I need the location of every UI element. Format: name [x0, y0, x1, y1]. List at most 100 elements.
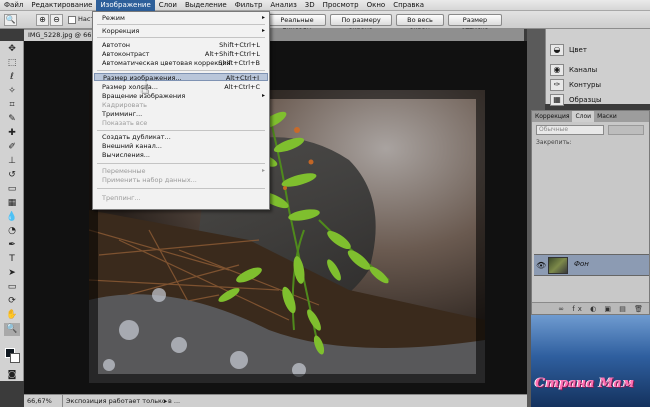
menu-image[interactable]: Изображение — [96, 0, 155, 11]
menu-item-auto-color[interactable]: Автоматическая цветовая коррекция Shift+C… — [94, 59, 268, 67]
type-tool-icon[interactable]: T — [4, 253, 20, 266]
menu-item-trim-label: Тримминг... — [102, 110, 143, 118]
swatches-icon: ▦ — [550, 93, 564, 106]
tab-adjustments[interactable]: Коррекция — [532, 111, 572, 122]
zoom-tool-icon[interactable]: 🔍 — [4, 323, 20, 336]
dodge-tool-icon[interactable]: ◔ — [4, 225, 20, 238]
menu-item-apply-image[interactable]: Внешний канал... — [94, 142, 268, 150]
menu-3d[interactable]: 3D — [301, 0, 319, 11]
actual-pixels-button[interactable]: Реальные пикселы — [268, 14, 326, 34]
layer-row-background[interactable]: 👁 Фон — [534, 254, 649, 276]
status-text: Экспозиция работает только в ... — [62, 395, 180, 407]
menu-item-image-size[interactable]: Размер изображения... Alt+Ctrl+I — [94, 73, 268, 82]
history-brush-tool-icon[interactable]: ↺ — [4, 169, 20, 182]
menu-item-canvas-size[interactable]: Размер холста... Alt+Ctrl+C — [94, 83, 268, 91]
eraser-tool-icon[interactable]: ▭ — [4, 183, 20, 196]
menu-item-variables-label: Переменные — [102, 167, 146, 175]
menu-analysis[interactable]: Анализ — [266, 0, 300, 11]
tab-layers[interactable]: Слои — [572, 111, 595, 122]
eye-visibility-icon[interactable]: 👁 — [536, 261, 546, 271]
print-size-button[interactable]: Размер оттиска — [448, 14, 502, 34]
brush-tool-icon[interactable]: ✐ — [4, 141, 20, 154]
lock-label: Закрепить: — [536, 139, 572, 146]
desktop-background — [531, 315, 650, 407]
blur-tool-icon[interactable]: 💧 — [4, 211, 20, 224]
menu-item-mode[interactable]: Режим ▸ — [94, 14, 268, 22]
menu-file[interactable]: Файл — [0, 0, 27, 11]
panel-color[interactable]: ◒ Цвет — [546, 41, 650, 58]
menu-separator — [97, 163, 265, 164]
menu-item-reveal-all-label: Показать все — [102, 119, 148, 127]
menu-filter[interactable]: Фильтр — [231, 0, 267, 11]
menu-separator — [97, 37, 265, 38]
menu-item-trapping: Треппинг... — [94, 194, 268, 202]
menu-item-duplicate[interactable]: Создать дубликат... — [94, 133, 268, 141]
marquee-tool-icon[interactable]: ⬚ — [4, 57, 20, 70]
quick-mask-icon[interactable]: ◙ — [4, 369, 20, 382]
fill-screen-button[interactable]: Во весь экран — [396, 14, 444, 34]
channels-icon: ◉ — [550, 63, 564, 76]
menu-item-auto-tone[interactable]: Автотон Shift+Ctrl+L — [94, 41, 268, 49]
layers-panel: Коррекция Слои Маски Обычные Закрепить: … — [531, 110, 650, 315]
menu-separator — [97, 188, 265, 189]
panel-color-label: Цвет — [569, 45, 587, 54]
resize-windows-checkbox[interactable] — [68, 16, 76, 24]
menu-item-auto-tone-label: Автотон — [102, 41, 131, 49]
menu-item-trim[interactable]: Тримминг... — [94, 110, 268, 118]
eyedropper-tool-icon[interactable]: ✎ — [4, 113, 20, 126]
fit-screen-button[interactable]: По размеру экрана — [330, 14, 392, 34]
menu-item-mode-label: Режим — [102, 14, 125, 22]
menu-item-reveal-all: Показать все — [94, 119, 268, 127]
menu-item-auto-contrast[interactable]: Автоконтраст Alt+Shift+Ctrl+L — [94, 50, 268, 58]
tab-masks[interactable]: Маски — [594, 111, 620, 122]
healing-tool-icon[interactable]: ✚ — [4, 127, 20, 140]
menu-bar: Файл Редактирование Изображение Слои Выд… — [0, 0, 650, 11]
zoom-level[interactable]: 66,67% — [27, 395, 52, 407]
status-arrow-icon[interactable]: ▸ — [164, 395, 167, 407]
panel-swatches[interactable]: ▦ Образцы — [546, 91, 650, 108]
panel-paths-label: Контуры — [569, 80, 602, 89]
lasso-tool-icon[interactable]: ℓ — [4, 71, 20, 84]
hand-tool-icon[interactable]: ✋ — [4, 309, 20, 322]
menu-item-apply-data-label: Применить набор данных... — [102, 176, 197, 184]
image-dropdown-menu: Режим ▸ Коррекция ▸ Автотон Shift+Ctrl+L Ав… — [92, 11, 270, 210]
panel-channels-label: Каналы — [569, 65, 598, 74]
blend-mode-select[interactable]: Обычные — [536, 125, 604, 135]
layers-panel-footer-icons[interactable]: ∞ fx ◐ ▣ ▤ 🗑 — [532, 302, 649, 314]
menu-item-adjustments[interactable]: Коррекция ▸ — [94, 27, 268, 35]
shortcut-auto-color: Shift+Ctrl+B — [218, 59, 260, 67]
collapsed-panels: ◒ Цвет ◉ Каналы ✑ Контуры ▦ Образцы — [545, 29, 650, 106]
zoom-in-icon[interactable]: ⊕ — [36, 14, 49, 26]
menu-view[interactable]: Просмотр — [319, 0, 363, 11]
clone-stamp-tool-icon[interactable]: ⊥ — [4, 155, 20, 168]
magic-wand-tool-icon[interactable]: ✧ — [4, 85, 20, 98]
zoom-out-icon[interactable]: ⊖ — [50, 14, 63, 26]
background-color-swatch[interactable] — [10, 353, 20, 363]
shape-tool-icon[interactable]: ▭ — [4, 281, 20, 294]
3d-rotate-tool-icon[interactable]: ⟳ — [4, 295, 20, 308]
shortcut-auto-contrast: Alt+Shift+Ctrl+L — [204, 50, 260, 58]
opacity-field[interactable] — [608, 125, 644, 135]
menu-window[interactable]: Окно — [363, 0, 390, 11]
menu-item-auto-contrast-label: Автоконтраст — [102, 50, 150, 58]
menu-item-auto-color-label: Автоматическая цветовая коррекция — [102, 59, 231, 67]
menu-select[interactable]: Выделение — [181, 0, 231, 11]
site-watermark: Страна Мам — [535, 376, 635, 391]
gradient-tool-icon[interactable]: ▦ — [4, 197, 20, 210]
menu-item-rotate[interactable]: Вращение изображения ▸ — [94, 92, 268, 100]
zoom-tool-icon[interactable]: 🔍 — [4, 14, 17, 26]
submenu-arrow-icon: ▸ — [261, 92, 265, 99]
layer-thumbnail — [548, 257, 568, 274]
pen-tool-icon[interactable]: ✒ — [4, 239, 20, 252]
menu-layers[interactable]: Слои — [155, 0, 181, 11]
menu-item-apply-data: Применить набор данных... — [94, 176, 268, 184]
menu-item-calculations[interactable]: Вычисления... — [94, 151, 268, 159]
move-tool-icon[interactable]: ✥ — [4, 43, 20, 56]
menu-separator — [97, 24, 265, 25]
menu-edit[interactable]: Редактирование — [27, 0, 96, 11]
crop-tool-icon[interactable]: ⌗ — [4, 99, 20, 112]
menu-help[interactable]: Справка — [389, 0, 428, 11]
shortcut-canvas-size: Alt+Ctrl+C — [224, 83, 260, 91]
path-select-tool-icon[interactable]: ➤ — [4, 267, 20, 280]
submenu-arrow-icon: ▸ — [261, 27, 265, 34]
